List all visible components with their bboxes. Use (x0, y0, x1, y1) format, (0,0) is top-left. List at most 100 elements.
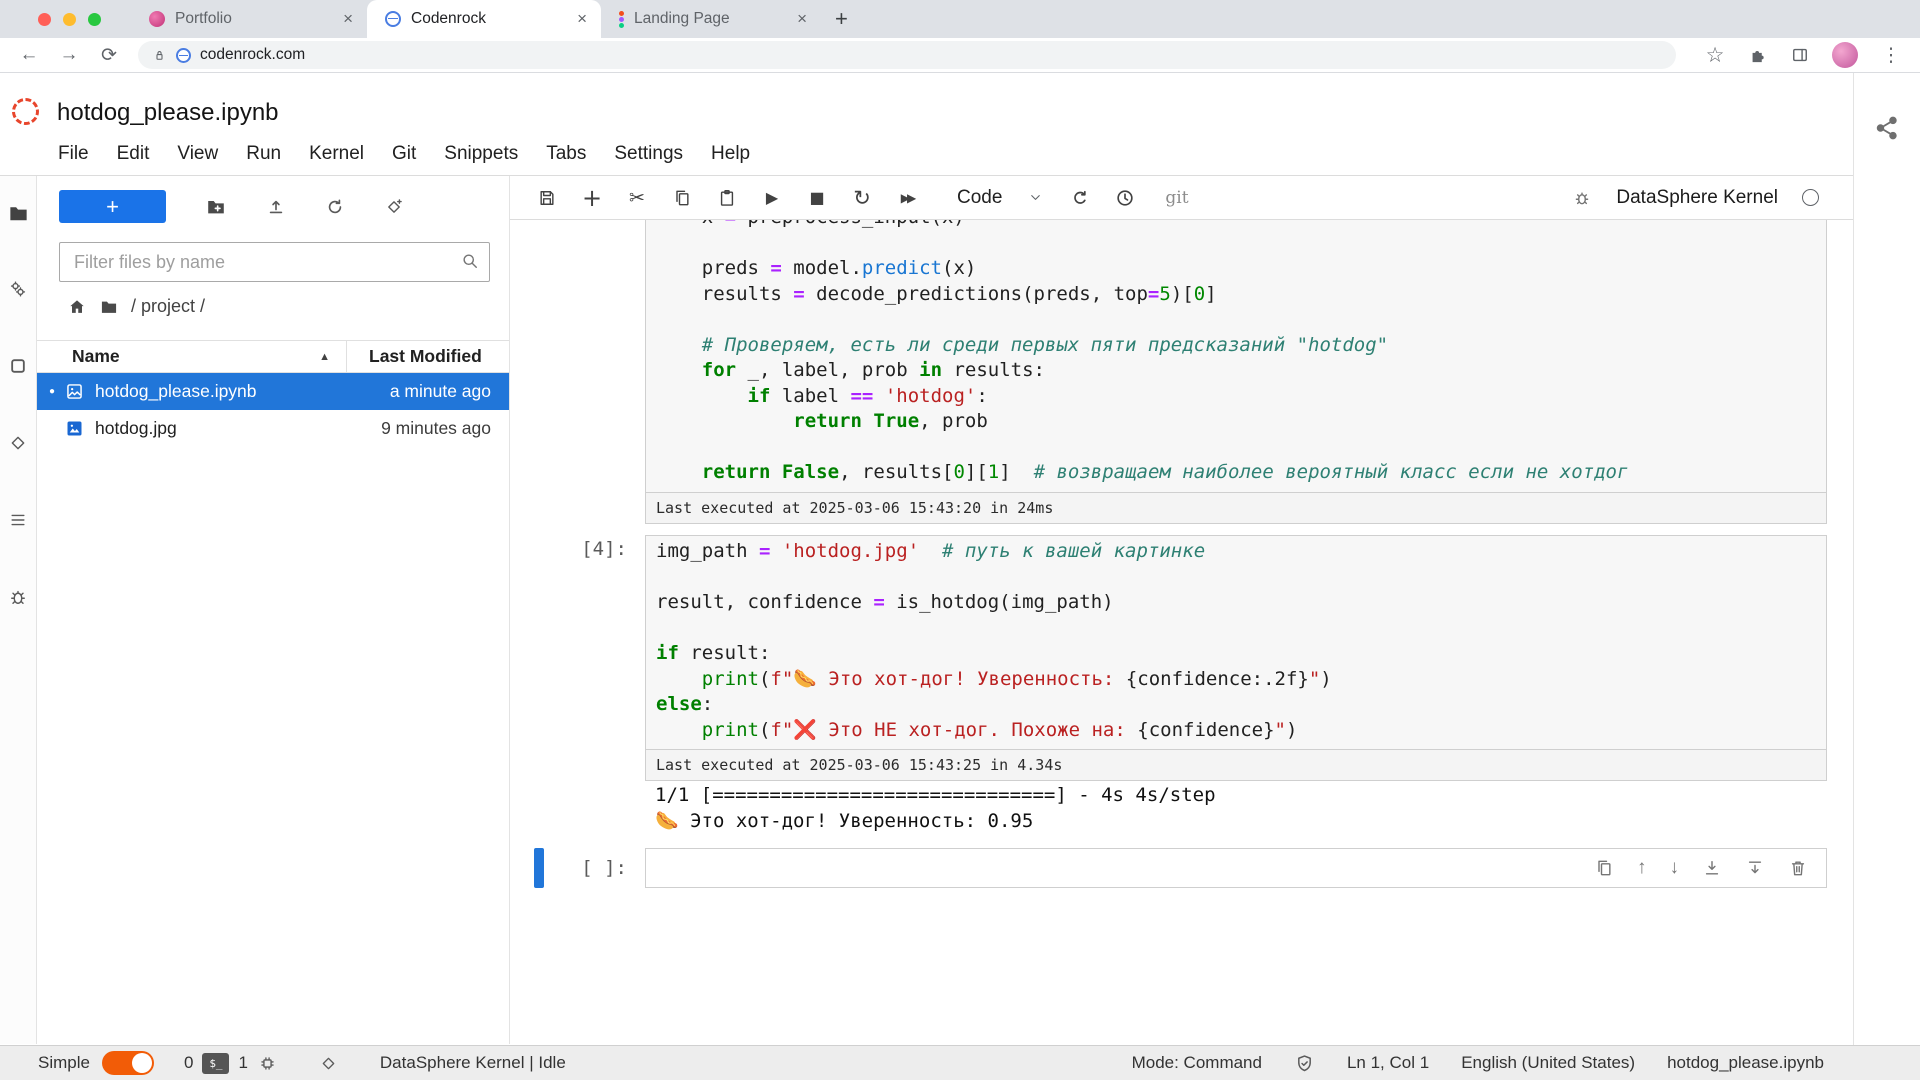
duplicate-cell-icon[interactable] (1594, 858, 1614, 878)
column-name[interactable]: Name ▲ (37, 341, 347, 372)
move-down-icon[interactable]: ↓ (1670, 857, 1680, 879)
stop-kernel-icon[interactable]: ■ (806, 188, 828, 207)
kernel-status-icon[interactable] (1802, 189, 1819, 206)
url-field[interactable]: codenrock.com (138, 41, 1676, 69)
terminal-count[interactable]: 0 (184, 1053, 193, 1073)
debug-bug-icon[interactable] (1572, 188, 1592, 208)
file-modified: a minute ago (390, 381, 509, 402)
refresh-icon[interactable] (325, 197, 345, 217)
debugger-bug-icon[interactable] (8, 587, 28, 613)
save-icon[interactable] (536, 188, 558, 208)
forward-icon[interactable]: → (58, 44, 80, 66)
upload-icon[interactable] (266, 197, 286, 217)
column-last-modified[interactable]: Last Modified (347, 346, 482, 367)
menu-kernel[interactable]: Kernel (295, 139, 378, 169)
tab-landing-page[interactable]: Landing Page × (601, 0, 821, 38)
add-cell-icon[interactable]: + (581, 184, 603, 212)
kernel-status-text[interactable]: DataSphere Kernel | Idle (380, 1053, 566, 1073)
new-folder-icon[interactable] (205, 196, 227, 218)
menu-settings[interactable]: Settings (600, 139, 697, 169)
paste-cell-icon[interactable] (716, 188, 738, 208)
profile-avatar[interactable] (1832, 42, 1858, 68)
tab-label: Landing Page (634, 10, 730, 28)
bookmark-star-icon[interactable]: ☆ (1704, 43, 1726, 68)
tab-portfolio[interactable]: Portfolio × (131, 0, 367, 38)
menu-view[interactable]: View (163, 139, 232, 169)
menu-file[interactable]: File (44, 139, 103, 169)
history-clock-icon[interactable] (1114, 188, 1136, 208)
app-header: hotdog_please.ipynb File Edit View Run K… (0, 73, 1853, 176)
menu-edit[interactable]: Edit (103, 139, 164, 169)
app: hotdog_please.ipynb File Edit View Run K… (0, 73, 1920, 1045)
empty-code-cell[interactable]: ↑ ↓ (645, 848, 1827, 888)
search-icon (460, 251, 480, 271)
output-result-line: 🌭 Это хот-дог! Уверенность: 0.95 (655, 808, 1216, 834)
menu-snippets[interactable]: Snippets (430, 139, 532, 169)
git-indicator[interactable]: git (1165, 188, 1188, 208)
code-editor[interactable]: img_path = 'hotdog.jpg' # путь к вашей к… (646, 536, 1826, 749)
reload-icon[interactable]: ⟳ (98, 44, 120, 67)
breadcrumb-path[interactable]: / project / (131, 296, 205, 317)
close-tab-icon[interactable]: × (797, 9, 807, 29)
simple-mode-toggle[interactable] (102, 1051, 154, 1075)
insert-above-icon[interactable] (1702, 858, 1722, 878)
maximize-window-button[interactable] (88, 13, 101, 26)
portfolio-favicon-icon (149, 11, 165, 27)
menu-run[interactable]: Run (232, 139, 295, 169)
codenrock-favicon-icon (385, 11, 401, 27)
mode-indicator[interactable]: Mode: Command (1132, 1053, 1262, 1073)
browser-menu-dots-icon[interactable]: ⋮ (1880, 44, 1902, 67)
run-all-icon[interactable]: ▶▶ (896, 191, 918, 205)
insert-below-icon[interactable] (1745, 858, 1765, 878)
chevron-down-icon[interactable] (1028, 190, 1043, 205)
copy-cell-icon[interactable] (671, 188, 693, 208)
sync-icon[interactable] (1069, 188, 1091, 208)
menu-git[interactable]: Git (378, 139, 430, 169)
tab-codenrock[interactable]: Codenrock × (367, 0, 601, 38)
close-tab-icon[interactable]: × (577, 9, 587, 29)
menu-tabs[interactable]: Tabs (532, 139, 600, 169)
move-up-icon[interactable]: ↑ (1637, 857, 1647, 879)
file-row-image[interactable]: hotdog.jpg 9 minutes ago (37, 410, 509, 447)
cut-cell-icon[interactable]: ✂ (626, 187, 648, 209)
file-row-notebook[interactable]: ● hotdog_please.ipynb a minute ago (37, 373, 509, 410)
folder-icon[interactable] (99, 297, 119, 317)
new-launcher-button[interactable]: + (59, 190, 166, 223)
kernel-area: DataSphere Kernel (1572, 187, 1833, 209)
file-browser-tab[interactable] (7, 202, 30, 228)
close-tab-icon[interactable]: × (343, 9, 353, 29)
delete-cell-icon[interactable] (1788, 858, 1808, 878)
running-terminals-icon[interactable] (8, 356, 28, 382)
code-cell-1[interactable]: x = preprocess_input(x) preds = model.pr… (645, 220, 1827, 524)
activity-rail (0, 176, 37, 1044)
menu-help[interactable]: Help (697, 139, 764, 169)
share-icon[interactable] (1874, 115, 1900, 1045)
cursor-position[interactable]: Ln 1, Col 1 (1347, 1053, 1429, 1073)
run-cell-icon[interactable]: ▶ (761, 188, 783, 207)
new-tab-button[interactable]: + (835, 6, 848, 32)
side-panel-icon[interactable] (1790, 45, 1810, 65)
kernel-name[interactable]: DataSphere Kernel (1616, 187, 1778, 209)
restart-kernel-icon[interactable]: ↻ (851, 186, 873, 210)
git-rail-icon[interactable] (8, 433, 28, 459)
git-diamond-icon[interactable] (319, 1054, 338, 1073)
kernel-count[interactable]: 1 (238, 1053, 247, 1073)
empty-cell-row[interactable]: [ ]: ↑ ↓ (510, 848, 1827, 888)
cell-type-dropdown[interactable]: Code (957, 187, 1002, 209)
notebook-cells[interactable]: x = preprocess_input(x) preds = model.pr… (510, 220, 1853, 1044)
home-icon[interactable] (67, 297, 87, 317)
table-of-contents-icon[interactable] (8, 510, 28, 536)
close-window-button[interactable] (38, 13, 51, 26)
code-cell-2[interactable]: [4]: img_path = 'hotdog.jpg' # путь к ва… (510, 535, 1827, 781)
filter-files-input[interactable] (59, 242, 490, 282)
extensions-puzzle-icon[interactable] (1748, 45, 1768, 65)
filename-indicator[interactable]: hotdog_please.ipynb (1667, 1053, 1824, 1073)
minimize-window-button[interactable] (63, 13, 76, 26)
notebook-file-icon (64, 381, 85, 402)
git-clone-icon[interactable] (384, 197, 404, 217)
language-indicator[interactable]: English (United States) (1461, 1053, 1635, 1073)
code-editor[interactable]: x = preprocess_input(x) preds = model.pr… (646, 220, 1826, 492)
property-inspector-icon[interactable] (8, 279, 28, 305)
back-icon[interactable]: ← (18, 44, 40, 66)
tab-label: Portfolio (175, 10, 232, 28)
